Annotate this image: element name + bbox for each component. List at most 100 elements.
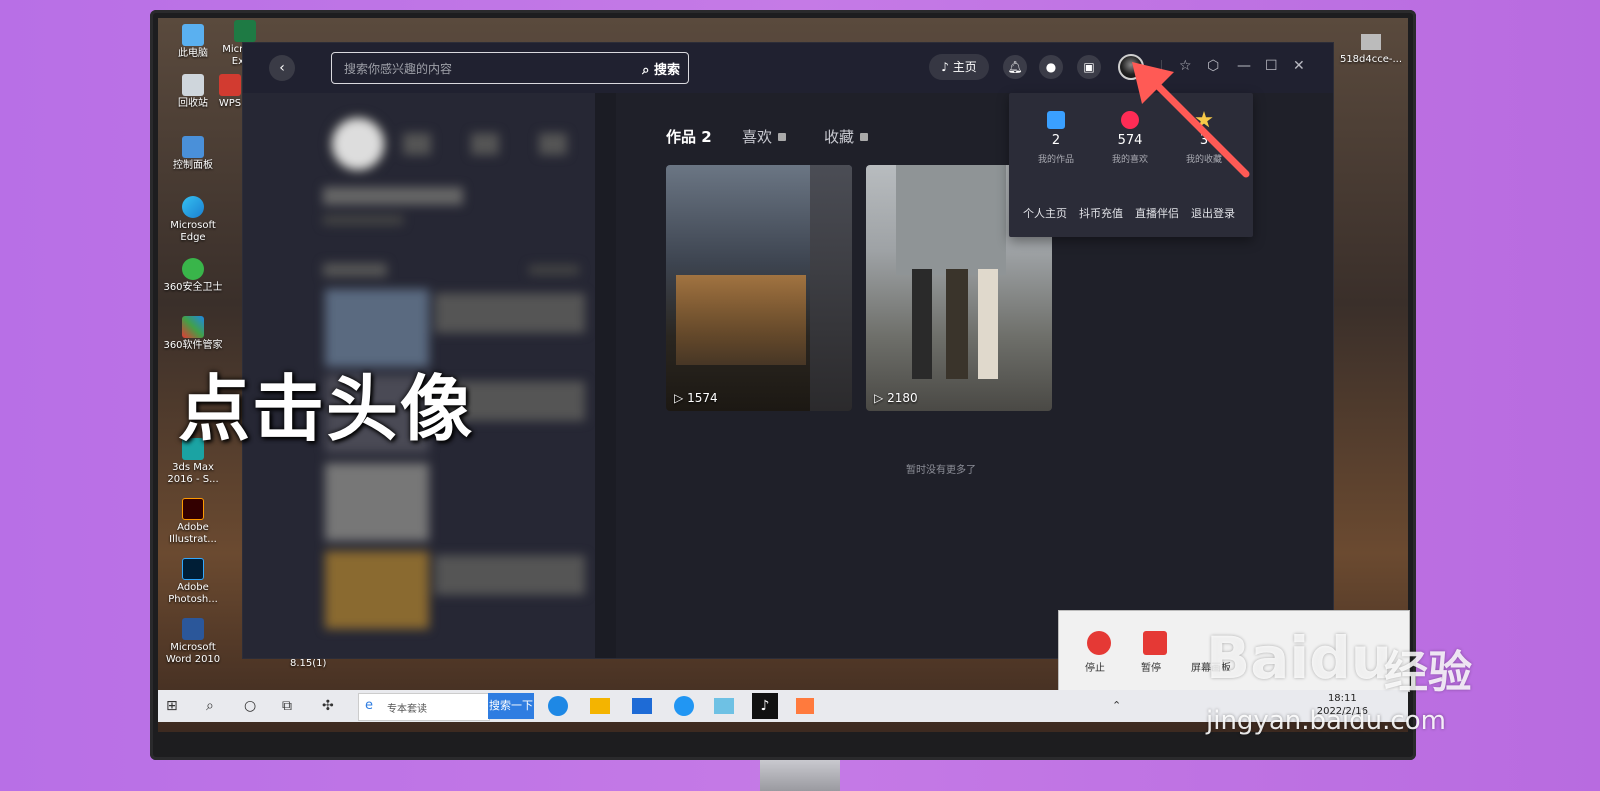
ie-icon: e — [365, 698, 373, 713]
tab-works[interactable]: 作品 2 — [666, 126, 712, 147]
no-more-text: 暂时没有更多了 — [906, 465, 976, 476]
link-recharge[interactable]: 抖币充值 — [1079, 205, 1123, 221]
stop-button[interactable]: 停止 — [1085, 659, 1105, 674]
search-box: ⌕ 搜索 — [331, 52, 689, 84]
pinwheel-icon: ✣ — [322, 698, 334, 714]
windows-start-button[interactable]: ⊞ — [166, 696, 178, 716]
blurred-thumb — [325, 551, 429, 629]
sogou-icon[interactable] — [674, 696, 694, 716]
blurred-stat — [539, 133, 567, 155]
blurred-name — [323, 187, 463, 205]
desktop-small-label: 8.15(1) — [290, 658, 327, 669]
illustrator-icon — [182, 498, 204, 520]
tower-shape — [896, 165, 1006, 275]
app-icon[interactable] — [714, 698, 734, 714]
watermark-cn: 经验 — [1384, 647, 1472, 698]
word-icon — [182, 618, 204, 640]
play-icon: ▷ — [874, 391, 884, 405]
tab-likes[interactable]: 喜欢 — [742, 126, 787, 147]
watermark-url: jingyan.baidu.com — [1206, 706, 1446, 736]
close-icon: ✕ — [1293, 58, 1305, 74]
message-button[interactable]: ● — [1039, 55, 1063, 79]
video-upload-icon: ▣ — [1083, 60, 1095, 74]
desktop-icon-word[interactable]: Microsoft Word 2010 — [158, 618, 228, 666]
taskbar-search-go-button[interactable]: 搜索一下 — [488, 693, 534, 719]
close-button[interactable]: ✕ — [1293, 58, 1305, 74]
caption-text: 点击头像 — [178, 367, 475, 451]
link-logout[interactable]: 退出登录 — [1191, 205, 1235, 221]
person-shape — [912, 269, 932, 379]
shield-icon — [182, 258, 204, 280]
excel-icon — [234, 20, 256, 42]
record-app-icon[interactable] — [796, 698, 814, 714]
edge-icon — [182, 196, 204, 218]
pause-button[interactable]: 暂停 — [1141, 659, 1161, 674]
search-input[interactable] — [342, 58, 626, 80]
tray-expand-button[interactable]: ⌃ — [1112, 696, 1121, 716]
person-shape — [978, 269, 998, 379]
person-shape — [946, 269, 968, 379]
city-lights — [676, 275, 806, 365]
blurred-thumb — [325, 463, 429, 541]
sidebar-scrollbar[interactable] — [595, 93, 616, 658]
maximize-icon: ☐ — [1265, 58, 1278, 74]
taskbar-app-pinwheel[interactable]: ✣ — [322, 696, 334, 716]
search-icon: ⌕ — [206, 698, 214, 714]
cortana-button[interactable]: ○ — [244, 696, 256, 716]
windows-logo-icon: ⊞ — [166, 698, 178, 714]
desktop-icon-file[interactable]: 518d4cce-... — [1336, 34, 1406, 65]
app-grid-icon — [182, 316, 204, 338]
stop-record-icon — [1087, 631, 1111, 655]
lock-icon — [778, 133, 787, 141]
profile-avatar — [329, 115, 387, 173]
desktop-icon-edge[interactable]: Microsoft Edge — [158, 196, 228, 244]
taskbar-search-button[interactable]: ⌕ — [206, 696, 214, 716]
play-square-icon — [1047, 111, 1065, 129]
link-profile-home[interactable]: 个人主页 — [1023, 205, 1067, 221]
desktop-icon-360-manager[interactable]: 360软件管家 — [158, 316, 228, 352]
blurred-id — [323, 215, 403, 225]
blurred-stat — [471, 133, 499, 155]
edge-icon[interactable] — [548, 696, 568, 716]
link-live-companion[interactable]: 直播伴侣 — [1135, 205, 1179, 221]
control-panel-icon — [182, 136, 204, 158]
computer-icon — [182, 24, 204, 46]
desktop-icon-control-panel[interactable]: 控制面板 — [158, 136, 228, 172]
chevron-left-icon: ‹ — [279, 60, 285, 76]
image-file-icon — [1361, 34, 1381, 50]
folder-icon[interactable] — [590, 698, 610, 714]
search-button[interactable]: ⌕ 搜索 — [642, 59, 680, 78]
upload-button[interactable]: ▣ — [1077, 55, 1101, 79]
photoshop-icon — [182, 558, 204, 580]
red-arrow-annotation — [1132, 62, 1250, 178]
stat-my-works[interactable]: 2 我的作品 — [1021, 111, 1091, 165]
desktop-icon-illustrator[interactable]: Adobe Illustrat... — [158, 498, 228, 546]
notification-button[interactable]: 🔔︎ — [1003, 55, 1027, 79]
blurred-text — [435, 555, 585, 595]
search-icon: ⌕ — [642, 63, 650, 78]
play-count: ▷ 2180 — [874, 391, 918, 405]
back-button[interactable]: ‹ — [269, 55, 295, 81]
tab-favorites[interactable]: 收藏 — [824, 126, 869, 147]
tiktok-logo-icon: ♪ — [941, 60, 949, 74]
mail-icon[interactable] — [632, 698, 652, 714]
blurred-stat — [403, 133, 431, 155]
wps-icon — [219, 74, 241, 96]
pause-icon — [1143, 631, 1167, 655]
maximize-button[interactable]: ☐ — [1265, 58, 1278, 74]
play-icon: ▷ — [674, 391, 684, 405]
lock-icon — [860, 133, 869, 141]
task-view-icon: ⧉ — [282, 698, 292, 714]
chevron-up-icon: ⌃ — [1112, 699, 1122, 712]
task-view-button[interactable]: ⧉ — [282, 696, 292, 716]
blurred-heading — [323, 263, 387, 277]
video-thumbnail[interactable]: ▷ 1574 — [666, 165, 852, 411]
taskbar-search-field[interactable]: e 专本套读 — [358, 693, 490, 721]
desktop-icon-photoshop[interactable]: Adobe Photosh... — [158, 558, 228, 606]
desktop-icon-360-security[interactable]: 360安全卫士 — [158, 258, 228, 294]
blurred-more — [529, 265, 579, 275]
home-button[interactable]: ♪ 主页 — [929, 54, 989, 80]
douyin-taskbar-icon[interactable]: ♪ — [752, 693, 778, 719]
blurred-text — [435, 293, 585, 333]
watermark-brand: Baidu — [1206, 624, 1393, 692]
